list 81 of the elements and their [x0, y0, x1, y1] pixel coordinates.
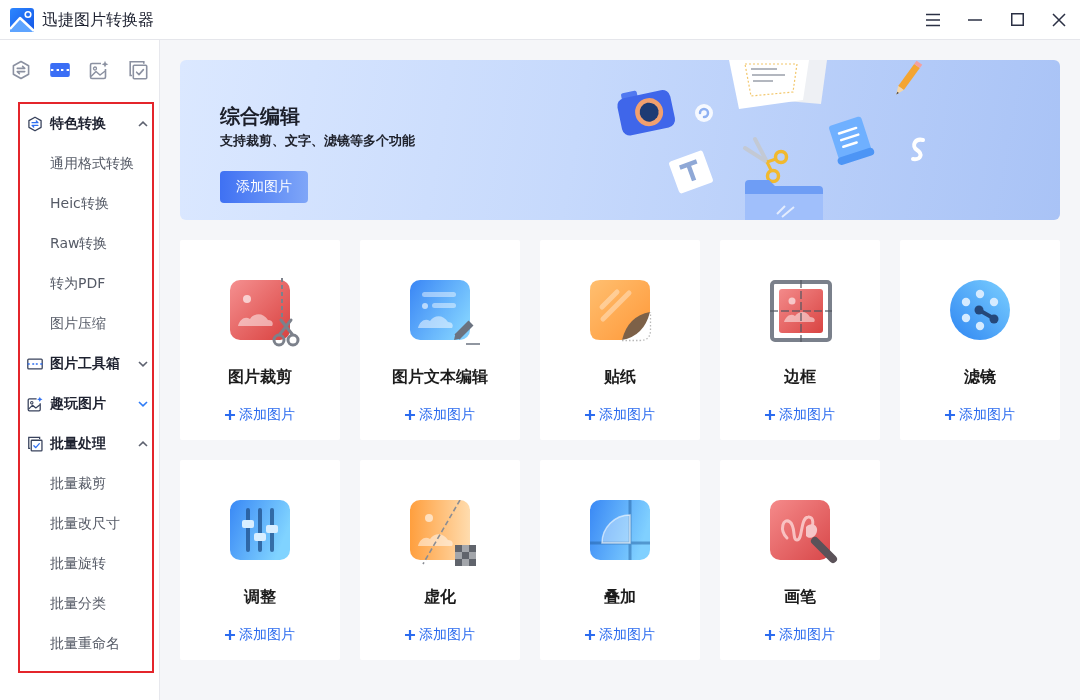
maximize-icon: [1010, 13, 1024, 26]
add-image-link[interactable]: 添加图片: [225, 625, 295, 645]
tool-card[interactable]: 图片文本编辑 添加图片: [360, 240, 520, 440]
tool-card[interactable]: 画笔 添加图片: [720, 460, 880, 660]
banner-subtitle: 支持裁剪、文字、滤镜等多个功能: [220, 132, 415, 150]
sidebar-group-header[interactable]: 图片工具箱: [20, 344, 152, 384]
plus-icon: [765, 410, 775, 420]
close-icon: [1052, 12, 1066, 27]
sticker-icon: [590, 280, 652, 342]
plus-icon: [585, 630, 595, 640]
swap-hexagon-icon: [10, 60, 31, 80]
sidebar-group-header[interactable]: 批量处理: [20, 424, 152, 464]
ring-icon: [695, 104, 713, 122]
sidebar-item[interactable]: 批量分类: [20, 584, 152, 624]
tool-card[interactable]: 边框 添加图片: [720, 240, 880, 440]
tool-title: 图片文本编辑: [392, 366, 488, 388]
sidebar-item[interactable]: 转为PDF: [20, 264, 152, 304]
tool-card[interactable]: 虚化 添加图片: [360, 460, 520, 660]
sidebar-item[interactable]: Heic转换: [20, 184, 152, 224]
tool-title: 画笔: [784, 586, 816, 608]
stacked-check-icon: [127, 60, 148, 80]
tool-card[interactable]: 滤镜 添加图片: [900, 240, 1060, 440]
add-image-link[interactable]: 添加图片: [225, 405, 295, 425]
stacked-check-icon: [27, 436, 43, 452]
filter-dots-icon: [950, 280, 1010, 340]
add-image-link[interactable]: 添加图片: [765, 405, 835, 425]
tool-card[interactable]: 贴纸 添加图片: [540, 240, 700, 440]
plus-icon: [765, 630, 775, 640]
tool-title: 滤镜: [964, 366, 996, 388]
app-logo-icon: [10, 7, 34, 32]
add-image-link[interactable]: 添加图片: [945, 405, 1015, 425]
document-icon: [729, 60, 827, 109]
sidebar-item[interactable]: Raw转换: [20, 224, 152, 264]
pencil-icon: [896, 60, 923, 95]
scissors-icon: [743, 137, 789, 184]
banner-title: 综合编辑: [220, 103, 300, 130]
sidebar-item[interactable]: 批量改尺寸: [20, 504, 152, 544]
tool-title: 叠加: [604, 586, 636, 608]
tool-title: 虚化: [424, 586, 456, 608]
sidebar-item[interactable]: 批量旋转: [20, 544, 152, 584]
plus-icon: [405, 630, 415, 640]
menu-icon: [925, 12, 941, 27]
image-sparkle-icon: [27, 396, 43, 412]
sidebar-item[interactable]: 批量裁剪: [20, 464, 152, 504]
add-image-link[interactable]: 添加图片: [405, 625, 475, 645]
tool-title: 图片裁剪: [228, 366, 292, 388]
swirl-icon: [911, 137, 925, 162]
dashed-panel-icon: [49, 60, 70, 80]
dashed-panel-icon: [27, 356, 43, 372]
image-pencil-icon: [410, 280, 480, 346]
quarter-circle-icon: [590, 500, 650, 560]
plus-icon: [585, 410, 595, 420]
add-image-link[interactable]: 添加图片: [585, 405, 655, 425]
tool-title: 调整: [244, 586, 276, 608]
window-title: 迅捷图片转换器: [42, 8, 154, 31]
plus-icon: [225, 630, 235, 640]
scroll-icon: [828, 115, 876, 167]
sidebar-item[interactable]: 通用格式转换: [20, 144, 152, 184]
add-image-link[interactable]: 添加图片: [765, 625, 835, 645]
sidebar-group-header[interactable]: 趣玩图片: [20, 384, 152, 424]
plus-icon: [225, 410, 235, 420]
swap-hexagon-icon: [27, 116, 43, 132]
framed-image-icon: [770, 280, 832, 342]
sliders-icon: [230, 500, 290, 560]
plus-icon: [405, 410, 415, 420]
tool-card[interactable]: 调整 添加图片: [180, 460, 340, 660]
tool-title: 边框: [784, 366, 816, 388]
image-mosaic-icon: [410, 500, 476, 566]
tool-title: 贴纸: [604, 366, 636, 388]
sidebar-group-header[interactable]: 特色转换: [20, 104, 152, 144]
add-image-link[interactable]: 添加图片: [585, 625, 655, 645]
tool-card[interactable]: 图片裁剪 添加图片: [180, 240, 340, 440]
plus-icon: [945, 410, 955, 420]
minimize-icon: [968, 18, 982, 21]
sidebar-item[interactable]: 批量重命名: [20, 624, 152, 664]
folder-icon: [745, 180, 823, 220]
image-sparkle-icon: [88, 60, 109, 80]
tool-card[interactable]: 叠加 添加图片: [540, 460, 700, 660]
sidebar-item[interactable]: 图片压缩: [20, 304, 152, 344]
add-image-link[interactable]: 添加图片: [405, 405, 475, 425]
image-scissors-icon: [230, 278, 300, 348]
